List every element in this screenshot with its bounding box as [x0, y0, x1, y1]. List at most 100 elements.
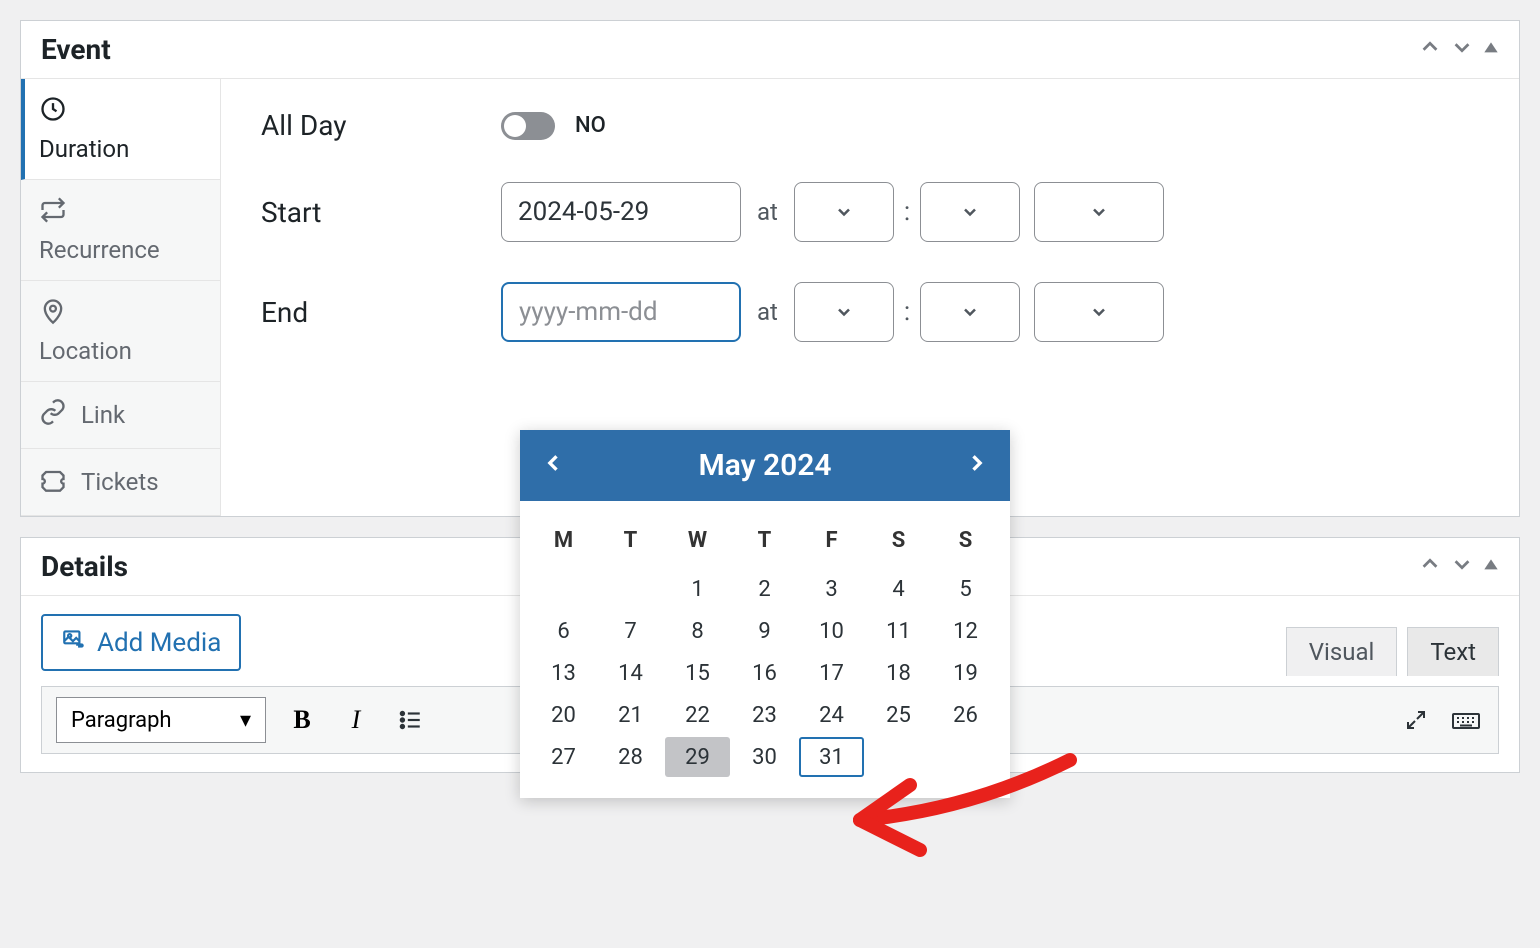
add-media-label: Add Media [97, 628, 221, 658]
datepicker-day[interactable]: 20 [531, 695, 596, 735]
datepicker-day[interactable]: 26 [933, 695, 998, 735]
datepicker-day[interactable]: 27 [531, 737, 596, 777]
keyboard-button[interactable] [1448, 702, 1484, 738]
end-ampm-select[interactable] [1034, 282, 1164, 342]
datepicker-day[interactable]: 25 [866, 695, 931, 735]
sidebar-item-link[interactable]: Link [21, 382, 220, 449]
details-panel-title: Details [41, 550, 128, 583]
datepicker-day[interactable]: 19 [933, 653, 998, 693]
paragraph-label: Paragraph [71, 708, 172, 733]
add-media-button[interactable]: Add Media [41, 614, 241, 671]
toolbar-right [1398, 702, 1484, 738]
tickets-icon [39, 465, 67, 499]
datepicker-popup: May 2024 MTWTFSS 12345678910111213141516… [520, 430, 1010, 798]
location-icon [39, 297, 202, 331]
datepicker-day[interactable]: 12 [933, 611, 998, 651]
toggle-panel-button[interactable] [1483, 553, 1499, 581]
datepicker-day[interactable]: 15 [665, 653, 730, 693]
text-tab[interactable]: Text [1407, 627, 1499, 676]
datepicker-day[interactable]: 17 [799, 653, 864, 693]
datepicker-day[interactable]: 13 [531, 653, 596, 693]
italic-button[interactable]: I [338, 702, 374, 738]
panel-controls [1419, 36, 1499, 64]
sidebar-item-recurrence[interactable]: Recurrence [21, 180, 220, 281]
at-text: at [757, 298, 778, 326]
datepicker-day[interactable]: 4 [866, 569, 931, 609]
datepicker-dow: S [932, 513, 999, 568]
move-down-button[interactable] [1451, 36, 1473, 64]
visual-tab[interactable]: Visual [1286, 627, 1398, 676]
datepicker-day[interactable]: 11 [866, 611, 931, 651]
sidebar-item-tickets[interactable]: Tickets [21, 449, 220, 516]
sidebar-item-location[interactable]: Location [21, 281, 220, 382]
end-row: End yyyy-mm-dd at : [261, 282, 1479, 342]
colon: : [904, 297, 910, 327]
datepicker-day[interactable]: 2 [732, 569, 797, 609]
datepicker-day[interactable]: 5 [933, 569, 998, 609]
link-icon [39, 398, 67, 432]
move-up-button[interactable] [1419, 36, 1441, 64]
bold-button[interactable]: B [284, 702, 320, 738]
panel-controls [1419, 553, 1499, 581]
datepicker-header: May 2024 [520, 430, 1010, 501]
datepicker-day[interactable]: 31 [799, 737, 864, 777]
start-ampm-select[interactable] [1034, 182, 1164, 242]
colon: : [904, 197, 910, 227]
datepicker-day[interactable]: 29 [665, 737, 730, 777]
datepicker-day[interactable]: 1 [665, 569, 730, 609]
start-minute-select[interactable] [920, 182, 1020, 242]
bullet-list-button[interactable] [392, 702, 428, 738]
datepicker-dow: T [597, 513, 664, 568]
datepicker-grid: MTWTFSS 12345678910111213141516171819202… [520, 501, 1010, 798]
datepicker-day[interactable]: 24 [799, 695, 864, 735]
datepicker-day[interactable]: 28 [598, 737, 663, 777]
datepicker-day[interactable]: 21 [598, 695, 663, 735]
datepicker-day[interactable]: 22 [665, 695, 730, 735]
datepicker-day[interactable]: 9 [732, 611, 797, 651]
end-label: End [261, 296, 501, 329]
paragraph-select[interactable]: Paragraph ▾ [56, 697, 266, 743]
event-panel-title: Event [41, 33, 111, 66]
datepicker-day[interactable]: 6 [531, 611, 596, 651]
caret-down-icon: ▾ [240, 708, 251, 733]
repeat-icon [39, 196, 202, 230]
datepicker-dow: W [664, 513, 731, 568]
sidebar-item-duration[interactable]: Duration [21, 79, 220, 180]
end-minute-select[interactable] [920, 282, 1020, 342]
all-day-toggle[interactable] [501, 112, 555, 140]
datepicker-day[interactable]: 3 [799, 569, 864, 609]
sidebar-item-label: Location [39, 337, 202, 365]
datepicker-day[interactable]: 18 [866, 653, 931, 693]
prev-month-button[interactable] [544, 449, 564, 482]
move-up-button[interactable] [1419, 553, 1441, 581]
sidebar-item-label: Link [81, 401, 125, 429]
all-day-value: NO [575, 113, 606, 138]
at-text: at [757, 198, 778, 226]
start-row: Start 2024-05-29 at : [261, 182, 1479, 242]
sidebar-item-label: Tickets [81, 468, 159, 496]
datepicker-day[interactable]: 14 [598, 653, 663, 693]
datepicker-day[interactable]: 16 [732, 653, 797, 693]
datepicker-day[interactable]: 7 [598, 611, 663, 651]
start-date-input[interactable]: 2024-05-29 [501, 182, 741, 242]
datepicker-day[interactable]: 8 [665, 611, 730, 651]
media-icon [61, 626, 87, 659]
datepicker-day[interactable]: 10 [799, 611, 864, 651]
clock-icon [39, 95, 202, 129]
start-hour-select[interactable] [794, 182, 894, 242]
start-label: Start [261, 196, 501, 229]
datepicker-dow: T [731, 513, 798, 568]
next-month-button[interactable] [966, 449, 986, 482]
datepicker-dow: S [865, 513, 932, 568]
datepicker-dow: M [530, 513, 597, 568]
end-hour-select[interactable] [794, 282, 894, 342]
toggle-panel-button[interactable] [1483, 36, 1499, 64]
move-down-button[interactable] [1451, 553, 1473, 581]
end-date-input[interactable]: yyyy-mm-dd [501, 282, 741, 342]
all-day-row: All Day NO [261, 109, 1479, 142]
datepicker-day[interactable]: 23 [732, 695, 797, 735]
datepicker-month-title: May 2024 [698, 448, 831, 483]
event-panel-header: Event [21, 21, 1519, 79]
datepicker-day[interactable]: 30 [732, 737, 797, 777]
fullscreen-button[interactable] [1398, 702, 1434, 738]
